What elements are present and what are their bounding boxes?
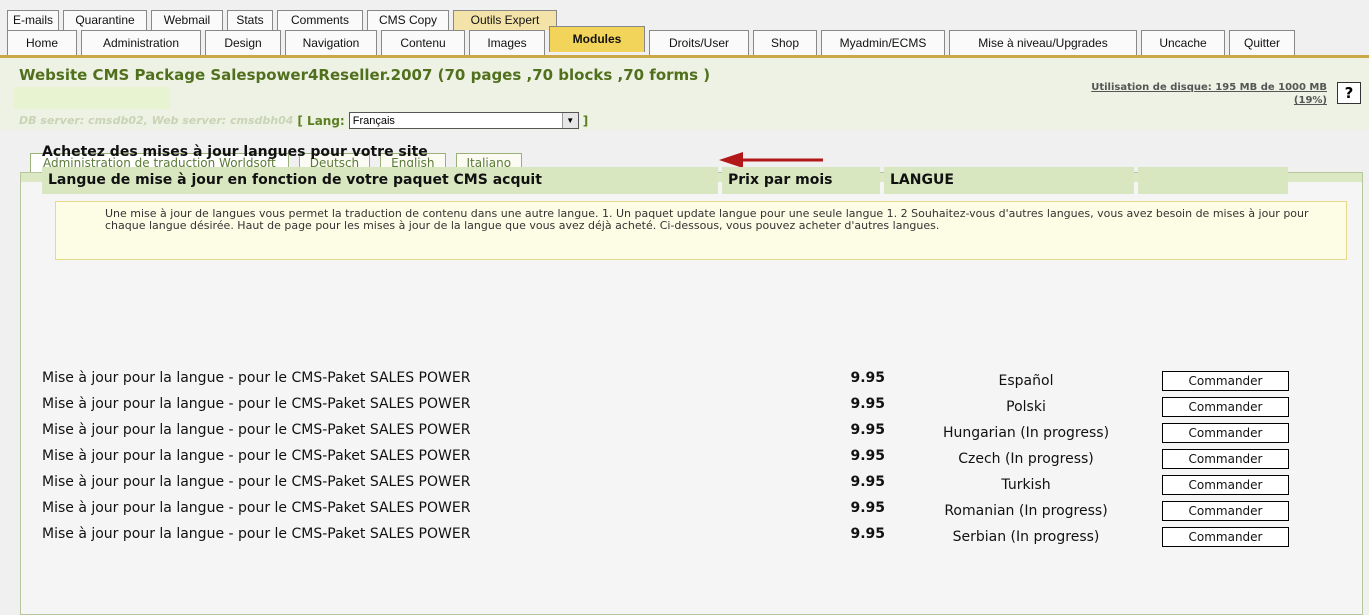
row-lang: Serbian (In progress) — [952, 529, 1100, 545]
table-row: Mise à jour pour la langue - pour le CMS… — [42, 496, 1310, 522]
tab-uncache[interactable]: Uncache — [1141, 30, 1225, 56]
table-row: Mise à jour pour la langue - pour le CMS… — [42, 470, 1310, 496]
top-navigation: E-mails Quarantine Webmail Stats Comment… — [0, 0, 1369, 58]
tab-myadmin-ecms[interactable]: Myadmin/ECMS — [821, 30, 945, 56]
server-info: DB server: cmsdb02, Web server: cmsdbh04 — [19, 114, 294, 127]
help-button[interactable]: ? — [1337, 82, 1361, 104]
col-header-lang: LANGUE — [884, 167, 1134, 194]
table-title: Achetez des mises à jour langues pour vo… — [42, 144, 428, 160]
table-row: Mise à jour pour la langue - pour le CMS… — [42, 392, 1310, 418]
table-row: Mise à jour pour la langue - pour le CMS… — [42, 444, 1310, 470]
top-tabs-row2: Home Administration Design Navigation Co… — [7, 26, 1299, 56]
lang-label: [ Lang: — [297, 113, 345, 128]
row-lang: Turkish — [1001, 477, 1051, 493]
tab-images[interactable]: Images — [469, 30, 545, 56]
order-button[interactable]: Commander — [1162, 501, 1289, 521]
disk-usage-percent: (19%) — [1293, 95, 1327, 106]
tab-modules[interactable]: Modules — [549, 26, 645, 52]
order-button[interactable]: Commander — [1162, 527, 1289, 547]
row-lang: Romanian (In progress) — [944, 503, 1108, 519]
lang-select[interactable]: Français ▼ — [348, 112, 579, 129]
table-row: Mise à jour pour la langue - pour le CMS… — [42, 522, 1310, 548]
tab-mise-a-niveau[interactable]: Mise à niveau/Upgrades — [949, 30, 1137, 56]
tab-quarantine[interactable]: Quarantine — [63, 10, 147, 30]
row-price: 9.95 — [850, 526, 885, 542]
col-header-action — [1138, 167, 1288, 194]
tab-design[interactable]: Design — [205, 30, 281, 56]
notice-text: Une mise à jour de langues vous permet l… — [105, 207, 1309, 232]
disk-usage-link[interactable]: Utilisation de disque: 195 MB de 1000 MB… — [1091, 81, 1327, 107]
col-header-desc: Langue de mise à jour en fonction de vot… — [42, 167, 718, 194]
table-row: Mise à jour pour la langue - pour le CMS… — [42, 418, 1310, 444]
row-desc: Mise à jour pour la langue - pour le CMS… — [42, 370, 471, 386]
header-highlight-block — [14, 87, 170, 109]
site-header: Website CMS Package Salespower4Reseller.… — [0, 58, 1369, 130]
row-desc: Mise à jour pour la langue - pour le CMS… — [42, 500, 471, 516]
row-lang: Czech (In progress) — [958, 451, 1094, 467]
row-price: 9.95 — [850, 422, 885, 438]
row-desc: Mise à jour pour la langue - pour le CMS… — [42, 474, 471, 490]
tab-webmail[interactable]: Webmail — [151, 10, 223, 30]
order-button[interactable]: Commander — [1162, 449, 1289, 469]
page-title: Website CMS Package Salespower4Reseller.… — [19, 66, 711, 84]
info-notice: Une mise à jour de langues vous permet l… — [55, 201, 1347, 260]
row-price: 9.95 — [850, 370, 885, 386]
col-header-price: Prix par mois — [722, 167, 880, 194]
tab-outils-expert[interactable]: Outils Expert — [453, 10, 557, 30]
row-lang: Polski — [1006, 399, 1046, 415]
chevron-down-icon[interactable]: ▼ — [561, 113, 578, 128]
row-desc: Mise à jour pour la langue - pour le CMS… — [42, 526, 471, 542]
row-price: 9.95 — [850, 448, 885, 464]
tab-navigation[interactable]: Navigation — [285, 30, 377, 56]
table-row: Mise à jour pour la langue - pour le CMS… — [42, 366, 1310, 392]
lang-select-value: Français — [352, 114, 395, 127]
order-button[interactable]: Commander — [1162, 371, 1289, 391]
row-price: 9.95 — [850, 500, 885, 516]
tab-droits-user[interactable]: Droits/User — [649, 30, 749, 56]
row-desc: Mise à jour pour la langue - pour le CMS… — [42, 396, 471, 412]
row-desc: Mise à jour pour la langue - pour le CMS… — [42, 448, 471, 464]
disk-usage-text: Utilisation de disque: 195 MB de 1000 MB — [1091, 82, 1327, 93]
tab-emails[interactable]: E-mails — [7, 10, 59, 30]
tab-contenu[interactable]: Contenu — [381, 30, 465, 56]
tab-cms-copy[interactable]: CMS Copy — [367, 10, 449, 30]
server-info-line: DB server: cmsdb02, Web server: cmsdbh04… — [19, 112, 588, 129]
row-lang: Español — [998, 373, 1054, 389]
tab-administration[interactable]: Administration — [81, 30, 201, 56]
order-button[interactable]: Commander — [1162, 475, 1289, 495]
tab-comments[interactable]: Comments — [277, 10, 363, 30]
tab-shop[interactable]: Shop — [753, 30, 817, 56]
tab-home[interactable]: Home — [7, 30, 77, 56]
order-button[interactable]: Commander — [1162, 423, 1289, 443]
lang-close-bracket: ] — [582, 113, 589, 128]
tab-stats[interactable]: Stats — [227, 10, 273, 30]
row-desc: Mise à jour pour la langue - pour le CMS… — [42, 422, 471, 438]
order-button[interactable]: Commander — [1162, 397, 1289, 417]
row-price: 9.95 — [850, 396, 885, 412]
row-lang: Hungarian (In progress) — [942, 425, 1110, 441]
row-price: 9.95 — [850, 474, 885, 490]
top-tabs-row1: E-mails Quarantine Webmail Stats Comment… — [7, 10, 561, 30]
tab-quitter[interactable]: Quitter — [1229, 30, 1295, 56]
table-header: Langue de mise à jour en fonction de vot… — [42, 167, 1310, 194]
